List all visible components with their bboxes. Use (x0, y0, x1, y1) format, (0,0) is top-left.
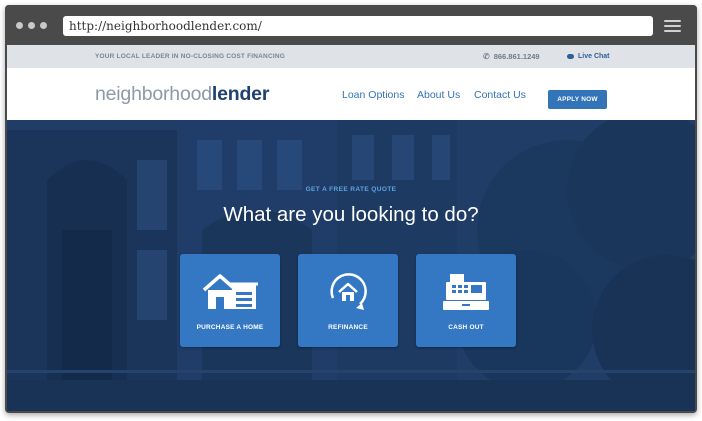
live-chat-link[interactable]: Live Chat (567, 45, 610, 68)
window-maximize-dot[interactable] (40, 22, 47, 29)
menu-icon[interactable] (664, 19, 681, 33)
window-close-dot[interactable] (16, 22, 23, 29)
phone-number: 866.861.1249 (493, 52, 540, 61)
nav-about-us[interactable]: About Us (417, 68, 460, 122)
refinance-label: REFINANCE (328, 324, 368, 331)
purchase-home-label: PURCHASE A HOME (196, 324, 264, 331)
hero-headline: What are you looking to do? (223, 203, 479, 226)
page-viewport: YOUR LOCAL LEADER IN NO-CLOSING COST FIN… (7, 45, 695, 411)
cash-register-icon (443, 274, 489, 310)
refinance-icon (330, 273, 367, 310)
live-chat-label: Live Chat (578, 53, 610, 60)
phone-link[interactable]: ✆ 866.861.1249 (483, 45, 540, 68)
nav-contact-us[interactable]: Contact Us (474, 68, 526, 122)
logo-text-light: neighborhood (95, 83, 212, 105)
cash-out-label: CASH OUT (448, 324, 484, 331)
apply-now-button[interactable]: APPLY NOW (548, 90, 607, 109)
logo-text-bold: lender (211, 83, 270, 105)
cash-out-card[interactable]: CASH OUT (416, 254, 516, 347)
site-logo[interactable]: neighborhoodlender (95, 68, 269, 120)
window-minimize-dot[interactable] (28, 22, 35, 29)
top-info-bar: YOUR LOCAL LEADER IN NO-CLOSING COST FIN… (7, 45, 695, 68)
purchase-home-card[interactable]: PURCHASE A HOME (180, 254, 280, 347)
chat-bubble-icon (567, 54, 574, 59)
tagline: YOUR LOCAL LEADER IN NO-CLOSING COST FIN… (95, 53, 285, 60)
house-icon (202, 274, 258, 309)
hero-eyebrow: GET A FREE RATE QUOTE (305, 186, 397, 193)
browser-window: http://neighborhoodlender.com/ YOUR LOCA… (5, 5, 697, 413)
site-header: neighborhoodlender Loan Options About Us… (7, 68, 695, 120)
hero-section: GET A FREE RATE QUOTE What are you looki… (7, 120, 695, 411)
browser-toolbar: http://neighborhoodlender.com/ (5, 5, 697, 45)
phone-icon: ✆ (483, 52, 490, 61)
address-bar[interactable]: http://neighborhoodlender.com/ (63, 16, 653, 36)
refinance-card[interactable]: REFINANCE (298, 254, 398, 347)
nav-loan-options[interactable]: Loan Options (342, 68, 404, 122)
